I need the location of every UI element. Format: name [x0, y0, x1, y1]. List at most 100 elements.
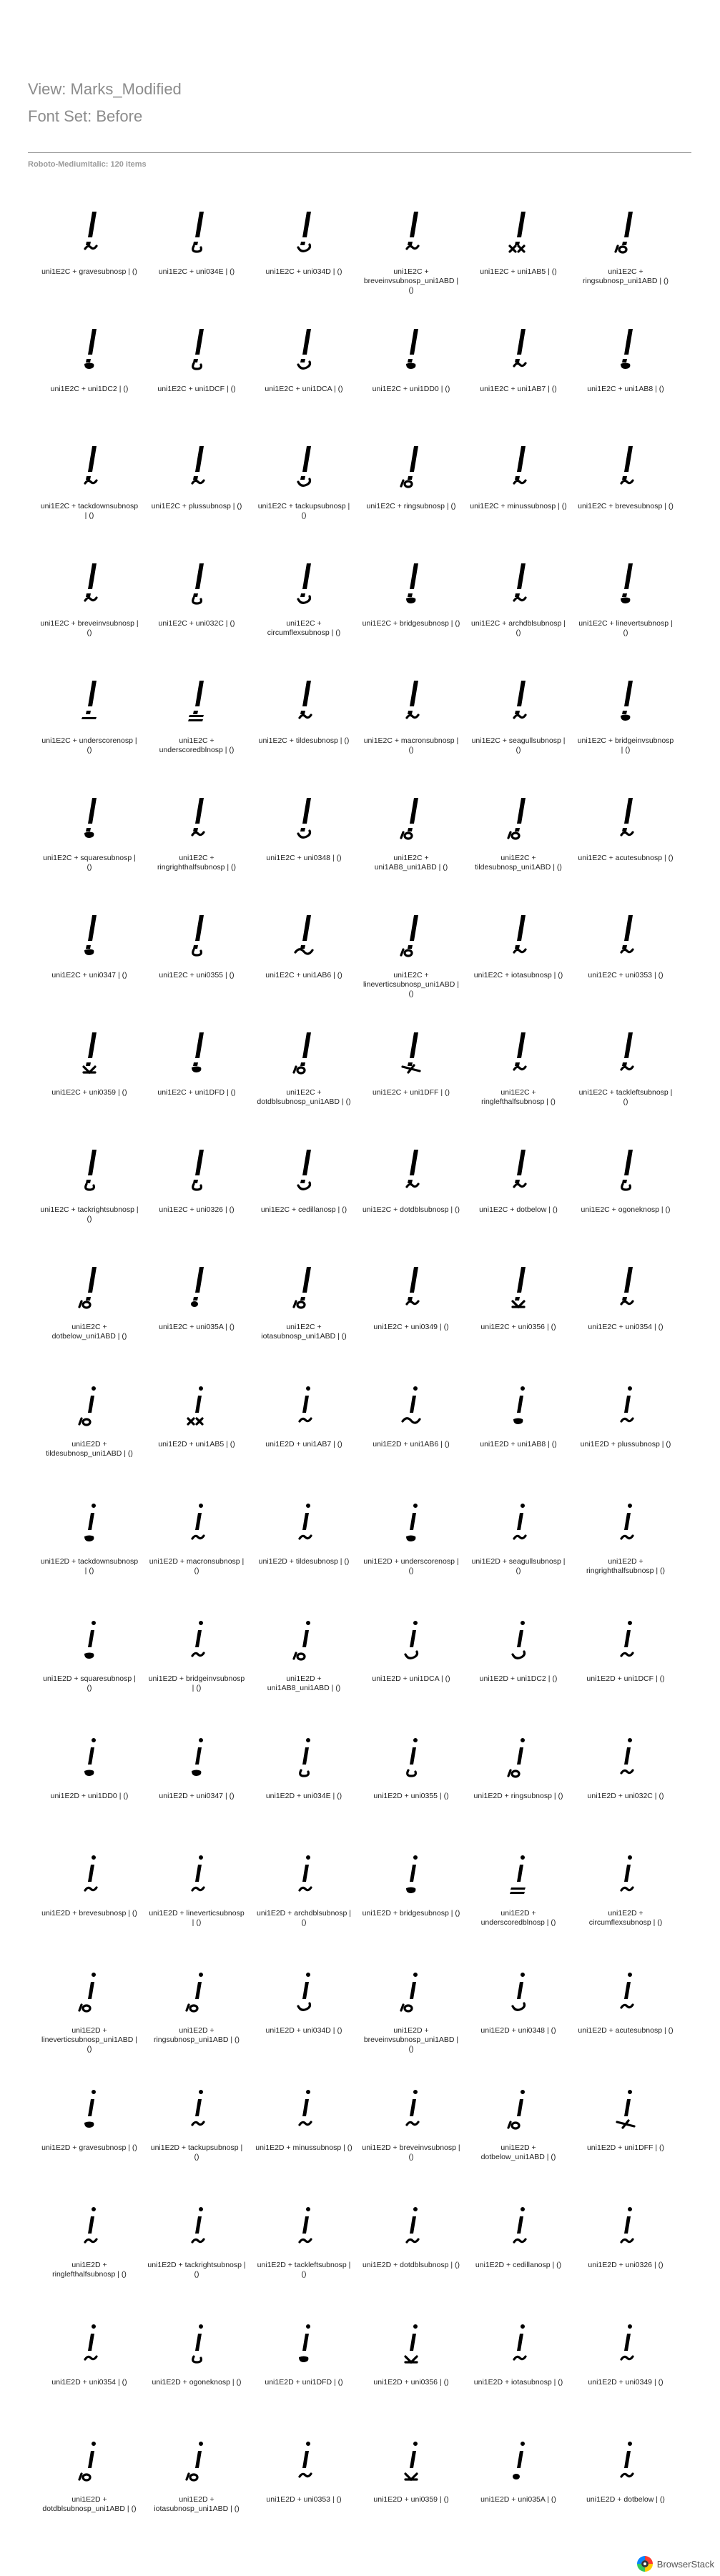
glyph-label: uni1E2D + uni0355 | () — [373, 1792, 449, 1800]
glyph-cell: uni1E2C + uni1DD0 | () — [357, 326, 465, 443]
combining-mark — [84, 1770, 94, 1776]
combining-mark — [406, 597, 416, 603]
glyph-cell: uni1E2C + bridgeinvsubnosp | () — [572, 678, 679, 795]
glyph-sample — [465, 1499, 572, 1549]
glyph-svg — [620, 915, 634, 954]
glyph-label: uni1E2C + uni1AB8 | () — [587, 385, 664, 393]
base-glyph — [195, 1738, 203, 1765]
glyph-cell: uni1E2D + tildesubnosp | () — [250, 1499, 357, 1616]
base-glyph — [515, 563, 526, 597]
glyph-sample — [465, 209, 572, 259]
glyph-label: uni1E2D + uni035A | () — [480, 2495, 556, 2504]
glyph-sample — [143, 1381, 250, 1431]
glyph-sample — [357, 2202, 465, 2252]
glyph-sample — [572, 2085, 679, 2135]
glyph-sample — [572, 1264, 679, 1314]
glyph-svg — [511, 1973, 526, 2011]
glyph-cell: uni1E2D + lineverticsubnosp | () — [143, 1850, 250, 1968]
glyph-svg — [405, 1150, 420, 1188]
glyph-cell: uni1E2D + cedillanosp | () — [465, 2202, 572, 2319]
glyph-sample — [465, 678, 572, 728]
glyph-label: uni1E2C + tackupsubnosp | () — [257, 502, 350, 520]
glyph-svg — [404, 2442, 418, 2482]
glyph-label: uni1E2C + brevesubnosp | () — [578, 502, 674, 510]
glyph-svg — [192, 915, 204, 957]
glyph-label: uni1E2D + acutesubnosp | () — [578, 2026, 674, 2035]
base-glyph — [88, 2090, 96, 2116]
base-glyph — [86, 798, 97, 831]
glyph-sample — [357, 1850, 465, 1900]
glyph-cell: uni1E2D + uni032C | () — [572, 1733, 679, 1850]
combining-mark — [406, 1887, 416, 1893]
combining-mark — [192, 948, 202, 957]
glyph-cell: uni1E2C + cedillanosp | () — [250, 1147, 357, 1264]
combining-mark — [78, 1417, 92, 1426]
glyph-cell: uni1E2C + linevertsubnosp | () — [572, 561, 679, 678]
glyph-label: uni1E2C + dotbelow | () — [479, 1205, 558, 1214]
glyph-label: uni1E2C + uni0326 | () — [159, 1205, 235, 1214]
glyph-cell: uni1E2C + tackrightsubnosp | () — [36, 1147, 143, 1264]
brand-name: BrowserStack — [656, 2558, 714, 2570]
base-glyph — [624, 1973, 632, 1999]
combining-mark — [299, 2356, 309, 2362]
glyph-sample — [465, 561, 572, 611]
glyph-label: uni1E2C + linevertsubnosp | () — [578, 619, 673, 637]
combining-mark — [620, 1534, 634, 1540]
glyph-cell: uni1E2C + bridgesubnosp | () — [357, 561, 465, 678]
base-glyph — [86, 1150, 97, 1183]
glyph-sample — [250, 2202, 357, 2252]
base-glyph — [302, 2207, 310, 2234]
glyph-cell: uni1E2D + dotdblsubnosp | () — [357, 2202, 465, 2319]
base-glyph — [410, 2090, 418, 2116]
glyph-cell: uni1E2C + iotasubnosp_uni1ABD | () — [250, 1264, 357, 1381]
combining-mark — [84, 2121, 94, 2128]
glyph-label: uni1E2D + breveinvsubnosp_uni1ABD | () — [363, 2026, 459, 2053]
glyph-sample — [572, 1499, 679, 1549]
glyph-label: uni1E2D + uni1DFD | () — [265, 2378, 343, 2387]
base-glyph — [515, 329, 526, 362]
base-glyph — [193, 329, 204, 362]
combining-mark — [621, 1183, 631, 1191]
glyph-label: uni1E2D + squaresubnosp | () — [43, 1674, 136, 1692]
browserstack-brand: BrowserStack — [636, 2556, 714, 2572]
glyph-svg — [405, 681, 420, 719]
glyph-svg — [84, 2090, 96, 2128]
glyph-sample — [250, 1264, 357, 1314]
glyph-svg — [192, 1150, 204, 1191]
combining-mark — [84, 245, 98, 250]
base-glyph — [517, 2324, 525, 2351]
glyph-cell: uni1E2D + uni035A | () — [465, 2437, 572, 2554]
base-glyph — [408, 798, 418, 831]
base-glyph — [408, 212, 418, 245]
glyph-cell: uni1E2D + uni1DCF | () — [572, 1616, 679, 1733]
base-glyph — [410, 2442, 418, 2468]
glyph-svg — [191, 1267, 204, 1307]
base-glyph — [515, 915, 526, 949]
combining-mark — [510, 1887, 526, 1894]
glyph-label: uni1E2C + tackdownsubnosp | () — [40, 502, 139, 520]
glyph-svg — [513, 2207, 527, 2244]
glyph-sample — [143, 1733, 250, 1783]
glyph-sample — [143, 795, 250, 845]
glyph-sample — [143, 1030, 250, 1080]
glyph-svg — [400, 915, 418, 957]
glyph-label: uni1E2C + uni034D | () — [265, 267, 342, 276]
glyph-cell: uni1E2C + breveinvsubnosp_uni1ABD | () — [357, 209, 465, 326]
glyph-sample — [572, 2202, 679, 2252]
glyph-label: uni1E2D + dotbelow | () — [586, 2495, 665, 2504]
glyph-sample — [250, 1616, 357, 1666]
base-glyph — [622, 915, 633, 949]
glyph-label: uni1E2C + uni0356 | () — [480, 1323, 556, 1331]
glyph-label: uni1E2D + tildesubnosp | () — [258, 1557, 350, 1566]
base-glyph — [515, 446, 526, 480]
combining-mark — [84, 362, 94, 369]
glyph-sample — [36, 2319, 143, 2369]
glyph-label: uni1E2D + tackupsubnosp | () — [150, 2143, 243, 2161]
glyph-label: uni1E2D + iotasubnosp_uni1ABD | () — [154, 2495, 240, 2513]
glyph-sample — [357, 2085, 465, 2135]
combining-mark — [401, 1417, 421, 1424]
glyph-sample — [36, 912, 143, 962]
glyph-label: uni1E2D + uni1AB6 | () — [373, 1440, 450, 1449]
glyph-label: uni1E2C + acutesubnosp | () — [578, 854, 674, 862]
glyph-cell: uni1E2C + breveinvsubnosp | () — [36, 561, 143, 678]
